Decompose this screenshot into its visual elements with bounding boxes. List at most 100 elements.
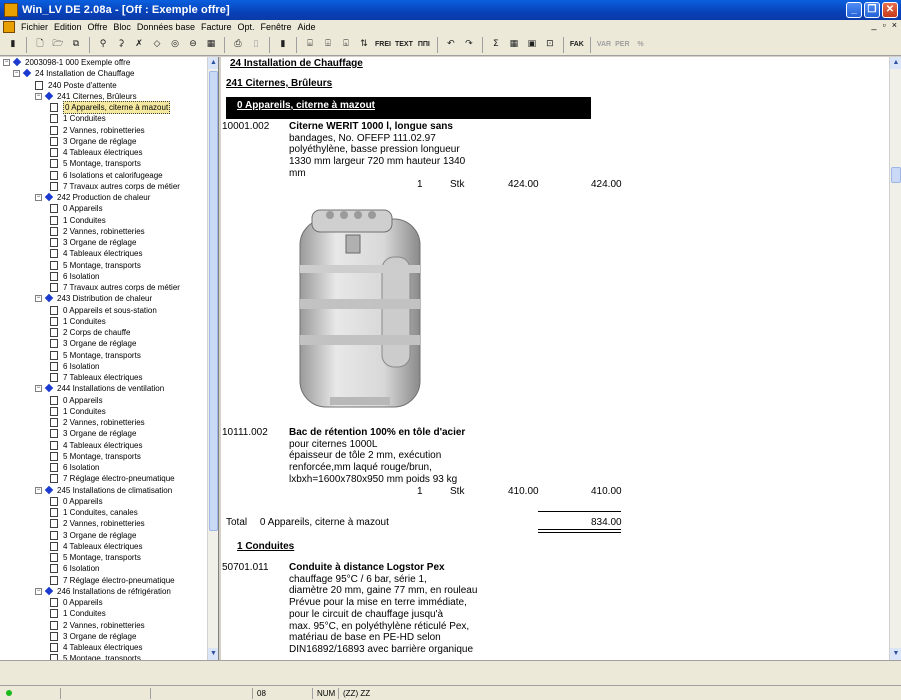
tree-leaf-node[interactable]: 3 Organe de réglage: [0, 428, 208, 439]
tree-leaf-node[interactable]: 7 Travaux autres corps de métier: [0, 282, 208, 293]
open-icon[interactable]: 🗁: [51, 37, 65, 52]
tree-folder-node[interactable]: − 246 Installations de réfrigération: [0, 586, 208, 597]
tree-leaf-node[interactable]: 5 Montage, transports: [0, 260, 208, 271]
tree-leaf-node[interactable]: 1 Conduites: [0, 406, 208, 417]
collapse-icon[interactable]: −: [35, 587, 42, 595]
collapse-icon[interactable]: −: [35, 486, 42, 494]
document-scrollbar[interactable]: ▲ ▼: [889, 57, 901, 660]
tree-folder-node[interactable]: − 245 Installations de climatisation: [0, 485, 208, 496]
find-icon[interactable]: ⚲: [96, 37, 110, 52]
tree-leaf-node[interactable]: 5 Montage, transports: [0, 451, 208, 462]
menu-donnees-base[interactable]: Données base: [134, 22, 198, 32]
per-button[interactable]: PER: [615, 37, 629, 52]
tree-leaf-node[interactable]: 2 Vannes, robinetteries: [0, 518, 208, 529]
group-heading[interactable]: 1 Conduites: [237, 541, 294, 552]
sort-icon[interactable]: ⇅: [357, 37, 371, 52]
tree-leaf-node[interactable]: 1 Conduites: [0, 215, 208, 226]
collapse-icon[interactable]: −: [13, 70, 20, 78]
menu-edition[interactable]: Edition: [51, 22, 85, 32]
collapse-icon[interactable]: −: [35, 194, 42, 202]
ok-icon[interactable]: ◎: [168, 37, 182, 52]
tree-leaf-node[interactable]: 5 Montage, transports: [0, 552, 208, 563]
document-icon[interactable]: [3, 21, 15, 33]
tree-leaf-node[interactable]: 2 Vannes, robinetteries: [0, 620, 208, 631]
percent-button[interactable]: %: [634, 37, 648, 52]
collapse-icon[interactable]: −: [35, 92, 42, 100]
tree-leaf-node[interactable]: 4 Tableaux électriques: [0, 248, 208, 259]
minimize-button[interactable]: _: [846, 2, 862, 18]
text-button[interactable]: TEXT: [395, 37, 413, 52]
form-icon[interactable]: ▦: [204, 37, 218, 52]
tree-leaf-node[interactable]: 2 Vannes, robinetteries: [0, 226, 208, 237]
eraser-icon[interactable]: ◇: [150, 37, 164, 52]
exit-icon[interactable]: ▮: [6, 37, 20, 52]
tree-leaf-node[interactable]: 2 Corps de chauffe: [0, 327, 208, 338]
tree-leaf-node[interactable]: 4 Tableaux électriques: [0, 642, 208, 653]
tree-folder-node[interactable]: − 2003098-1 000 Exemple offre: [0, 57, 208, 68]
tree-leaf-node[interactable]: 3 Organe de réglage: [0, 338, 208, 349]
collapse-icon[interactable]: −: [3, 59, 10, 67]
tree-leaf-node[interactable]: 1 Conduites: [0, 113, 208, 124]
tree-leaf-node[interactable]: 0 Appareils, citerne à mazout: [0, 101, 208, 115]
export-icon[interactable]: ⊡: [543, 37, 557, 52]
find-replace-icon[interactable]: ⚳: [114, 37, 128, 52]
tree-icon[interactable]: ⌹: [321, 37, 335, 52]
menu-offre[interactable]: Offre: [85, 22, 111, 32]
fak-button[interactable]: FAK: [570, 37, 584, 52]
tree-leaf-node[interactable]: 0 Appareils: [0, 597, 208, 608]
tree-leaf-node[interactable]: 3 Organe de réglage: [0, 530, 208, 541]
tree-leaf-node[interactable]: 5 Montage, transports: [0, 653, 208, 660]
menu-facture[interactable]: Facture: [198, 22, 235, 32]
menu-aide[interactable]: Aide: [295, 22, 319, 32]
scroll-up-icon[interactable]: ▲: [208, 57, 218, 69]
tree-scroll-thumb[interactable]: [209, 71, 218, 531]
menu-fenetre[interactable]: Fenêtre: [257, 22, 294, 32]
redo-icon[interactable]: ↷: [462, 37, 476, 52]
frame-icon[interactable]: ▣: [525, 37, 539, 52]
tree-leaf-node[interactable]: 6 Isolation: [0, 563, 208, 574]
close-button[interactable]: ✕: [882, 2, 898, 18]
tree-leaf-node[interactable]: 1 Conduites: [0, 608, 208, 619]
collapse-icon[interactable]: −: [35, 385, 42, 393]
tree-leaf-node[interactable]: 6 Isolations et calorifugeage: [0, 170, 208, 181]
tree-leaf-node[interactable]: 2 Vannes, robinetteries: [0, 417, 208, 428]
calc-icon[interactable]: ⊖: [186, 37, 200, 52]
tree-leaf-node[interactable]: 6 Isolation: [0, 361, 208, 372]
tree-leaf-node[interactable]: 0 Appareils et sous-station: [0, 305, 208, 316]
mdi-close-button[interactable]: ×: [892, 20, 897, 30]
tree-leaf-node[interactable]: 6 Isolation: [0, 462, 208, 473]
copy-icon[interactable]: ⧉: [69, 37, 83, 52]
tree-leaf-node[interactable]: 3 Organe de réglage: [0, 237, 208, 248]
frei-button[interactable]: FREI: [375, 37, 391, 52]
scroll-up-icon[interactable]: ▲: [890, 57, 901, 69]
tree-folder-node[interactable]: − 24 Installation de Chauffage: [0, 68, 208, 79]
tree-leaf-node[interactable]: 5 Montage, transports: [0, 158, 208, 169]
door-icon[interactable]: ▮: [276, 37, 290, 52]
tree-leaf-node[interactable]: 4 Tableaux électriques: [0, 147, 208, 158]
undo-icon[interactable]: ↶: [444, 37, 458, 52]
tree-leaf-node[interactable]: 7 Tableaux électriques: [0, 372, 208, 383]
tree-leaf-node[interactable]: 4 Tableaux électriques: [0, 440, 208, 451]
tree-leaf-node[interactable]: 7 Réglage électro-pneumatique: [0, 575, 208, 586]
sum-icon[interactable]: Σ: [489, 37, 503, 52]
group-heading-selected[interactable]: 0 Appareils, citerne à mazout: [226, 97, 591, 119]
menu-bloc[interactable]: Bloc: [110, 22, 134, 32]
var-button[interactable]: VAR: [597, 37, 611, 52]
tree-leaf-node[interactable]: 3 Organe de réglage: [0, 631, 208, 642]
mdi-restore-button[interactable]: ▫: [883, 20, 886, 30]
tree-folder-node[interactable]: − 242 Production de chaleur: [0, 192, 208, 203]
tree-leaf-node[interactable]: 7 Travaux autres corps de métier: [0, 181, 208, 192]
menu-opt[interactable]: Opt.: [234, 22, 257, 32]
menu-fichier[interactable]: Fichier: [18, 22, 51, 32]
table-button[interactable]: ΠΠΙ: [417, 37, 431, 52]
properties-icon[interactable]: ⌸: [303, 37, 317, 52]
print-icon[interactable]: ⎙: [231, 37, 245, 52]
tree-scrollbar[interactable]: ▲ ▼: [207, 57, 218, 660]
scroll-down-icon[interactable]: ▼: [890, 648, 901, 660]
cat-icon[interactable]: ⌺: [339, 37, 353, 52]
trash-icon[interactable]: ▯: [249, 37, 263, 52]
app-icon[interactable]: [4, 3, 18, 17]
mdi-minimize-button[interactable]: _: [872, 20, 877, 30]
tree-leaf-node[interactable]: 7 Réglage électro-pneumatique: [0, 473, 208, 484]
restore-button[interactable]: ❐: [864, 2, 880, 18]
